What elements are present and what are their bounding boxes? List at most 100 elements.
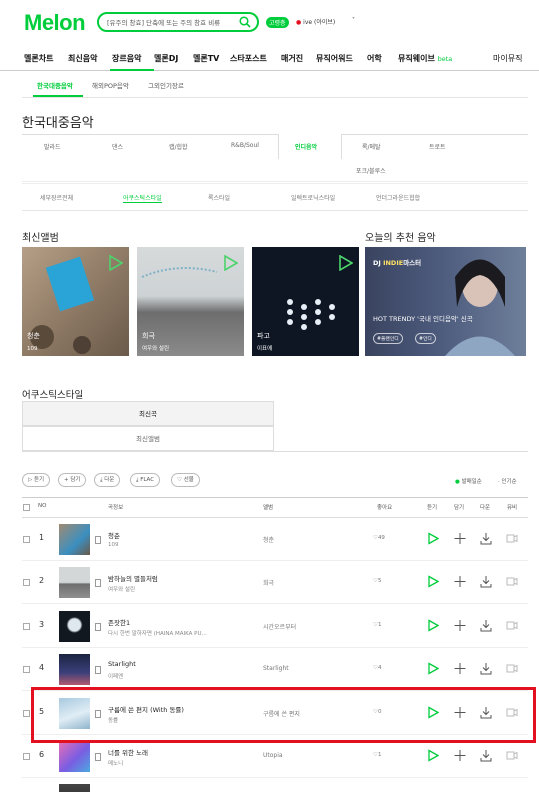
album-name[interactable]: Utopia	[263, 752, 283, 759]
genre-indie[interactable]: 인디음악	[295, 142, 317, 151]
tab-latest-songs[interactable]: 최신곡	[22, 401, 274, 426]
user-name[interactable]: ● ive (아이브)	[296, 17, 335, 26]
gnb-chart[interactable]: 멜론차트	[24, 53, 53, 64]
gnb-award[interactable]: 뮤직어워드	[316, 53, 353, 64]
tag[interactable]: #인디	[415, 333, 436, 344]
genre-ballad[interactable]: 발라드	[44, 142, 61, 151]
subgenre-all[interactable]: 세부장르전체	[40, 193, 73, 202]
album-name[interactable]: 시간오르부터	[263, 622, 296, 631]
song-title[interactable]: 너를 위한 노래	[108, 747, 148, 757]
table-row[interactable]: 4 Starlight 이페엔 Starlight ♡4	[22, 648, 528, 692]
song-info-icon[interactable]	[95, 579, 101, 588]
album-title[interactable]: 청춘	[27, 331, 40, 341]
melon-logo[interactable]: Melon	[24, 10, 86, 36]
album-card[interactable]: 청춘 109	[22, 247, 129, 356]
play-icon[interactable]	[427, 575, 439, 588]
song-title[interactable]: 청춘	[108, 530, 120, 540]
song-title[interactable]: Starlight	[108, 660, 136, 668]
like-button[interactable]: ♡5	[373, 578, 381, 584]
album-thumbnail[interactable]	[59, 741, 90, 772]
like-button[interactable]: ♡49	[373, 535, 385, 541]
play-icon[interactable]	[339, 255, 353, 271]
artist-name[interactable]: 여우와 설린	[108, 585, 135, 593]
search-bar[interactable]: [유주의 창효] 단축에 또는 주의 창효 비류	[97, 12, 259, 32]
dj-name[interactable]: DJ INDIE마스터	[373, 257, 421, 267]
tag[interactable]: #플랜인디	[373, 333, 403, 344]
artist-name[interactable]: 109	[108, 542, 119, 548]
album-artist[interactable]: 이표에	[257, 344, 272, 352]
genre-dance[interactable]: 댄스	[112, 142, 123, 151]
subnav-korean[interactable]: 한국대중음악	[37, 80, 73, 90]
recommend-card[interactable]: DJ INDIE마스터 HOT TRENDY '국내 인디음악' 신곡 #플랜인…	[365, 247, 526, 356]
flac-button[interactable]: ⤓ FLAC	[130, 473, 161, 487]
genre-trot[interactable]: 트로트	[429, 142, 446, 151]
genre-hiphop[interactable]: 랩/힙합	[169, 142, 188, 151]
play-icon[interactable]	[427, 619, 439, 632]
genre-rnb[interactable]: R&B/Soul	[231, 142, 259, 149]
download-button[interactable]: ⤓ 다운	[94, 473, 121, 487]
album-card[interactable]: 파고 이표에	[252, 247, 359, 356]
artist-name[interactable]: 다시 한번 말하자면 (HAINA MAIKA PU...	[108, 629, 207, 637]
add-icon[interactable]	[454, 662, 466, 675]
artist-name[interactable]: 이페엔	[108, 672, 123, 680]
video-icon[interactable]	[506, 619, 518, 632]
gift-button[interactable]: ♡ 선물	[171, 473, 200, 487]
row-checkbox[interactable]	[23, 666, 30, 674]
add-icon[interactable]	[454, 749, 466, 762]
table-row[interactable]: 3 존잣한1 다시 한번 말하자면 (HAINA MAIKA PU... 시간오…	[22, 605, 528, 648]
download-icon[interactable]	[480, 619, 492, 632]
sort-release[interactable]: ● 발매일순	[455, 477, 482, 485]
download-icon[interactable]	[480, 575, 492, 588]
video-icon[interactable]	[506, 575, 518, 588]
album-name[interactable]: 청춘	[263, 535, 274, 544]
song-info-icon[interactable]	[95, 536, 101, 544]
play-icon[interactable]	[427, 532, 439, 545]
row-checkbox[interactable]	[23, 579, 30, 587]
subnav-pop[interactable]: 해외POP음악	[92, 80, 129, 90]
gnb-dj[interactable]: 멜론DJ	[154, 53, 178, 64]
add-icon[interactable]	[454, 575, 466, 588]
badge[interactable]: 고령층	[266, 17, 289, 28]
gnb-starpost[interactable]: 스타포스트	[230, 53, 267, 64]
like-button[interactable]: ♡1	[373, 622, 381, 628]
row-checkbox[interactable]	[23, 536, 30, 543]
gnb-mymusic[interactable]: 마이뮤직	[493, 53, 522, 64]
search-icon[interactable]	[239, 16, 251, 28]
video-icon[interactable]	[506, 662, 518, 675]
play-button[interactable]: ▷ 듣기	[22, 473, 51, 487]
add-icon[interactable]	[454, 532, 466, 545]
album-thumbnail[interactable]	[59, 654, 90, 686]
gnb-tv[interactable]: 멜론TV	[193, 53, 219, 64]
album-thumbnail[interactable]	[59, 524, 90, 555]
download-icon[interactable]	[480, 662, 492, 675]
select-all-checkbox[interactable]	[23, 504, 30, 511]
gnb-genre[interactable]: 장르음악	[112, 53, 141, 64]
song-info-icon[interactable]	[95, 666, 101, 675]
like-button[interactable]: ♡4	[373, 665, 381, 671]
sort-popular[interactable]: · 인기순	[498, 477, 517, 485]
album-title[interactable]: 희극	[142, 331, 155, 341]
subgenre-acoustic[interactable]: 어쿠스틱스타일	[123, 193, 162, 203]
download-icon[interactable]	[480, 532, 492, 545]
song-title[interactable]: 밤하늘의 별들처럼	[108, 573, 158, 583]
album-thumbnail[interactable]	[59, 567, 90, 599]
gnb-latest[interactable]: 최신음악	[68, 53, 97, 64]
album-card[interactable]: 희극 여우와 설린	[137, 247, 244, 356]
subgenre-underground[interactable]: 언더그라운드힙합	[376, 193, 420, 202]
subgenre-rock[interactable]: 록스타일	[208, 193, 230, 202]
song-info-icon[interactable]	[95, 753, 101, 761]
play-icon[interactable]	[427, 662, 439, 675]
like-button[interactable]: ♡1	[373, 752, 381, 758]
subgenre-electronic[interactable]: 일렉트로닉스타일	[291, 193, 335, 202]
search-input[interactable]: [유주의 창효] 단축에 또는 주의 창효 비류	[107, 17, 220, 27]
album-artist[interactable]: 109	[27, 346, 38, 352]
artist-name[interactable]: 메노니	[108, 759, 123, 767]
album-name[interactable]: Starlight	[263, 665, 289, 672]
gnb-magazine[interactable]: 매거진	[281, 53, 303, 64]
play-icon[interactable]	[427, 749, 439, 762]
table-row[interactable]: 2 밤하늘의 별들처럼 여우와 설린 희극 ♡5	[22, 561, 528, 605]
song-title[interactable]: 존잣한1	[108, 617, 130, 627]
row-checkbox[interactable]	[23, 709, 30, 717]
tab-latest-albums[interactable]: 최신앨범	[22, 426, 274, 451]
play-icon[interactable]	[224, 255, 238, 271]
